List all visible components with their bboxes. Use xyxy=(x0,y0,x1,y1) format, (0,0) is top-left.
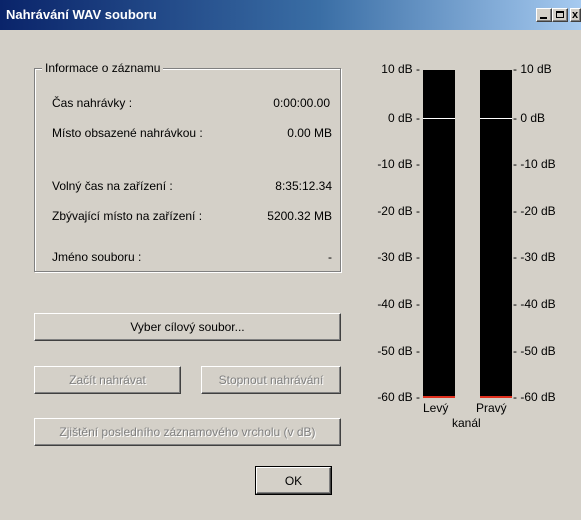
recording-size-label: Místo obsazené nahrávkou : xyxy=(52,126,203,140)
scale-right-minus20: - -20 dB xyxy=(513,204,556,218)
scale-left-minus10: -10 dB - xyxy=(377,157,420,171)
ok-button[interactable]: OK xyxy=(255,466,332,495)
recording-time-value: 0:00:00.00 xyxy=(273,96,330,110)
minimize-icon xyxy=(540,17,547,19)
right-channel-meter xyxy=(480,70,512,398)
recording-size-value: 0.00 MB xyxy=(287,126,332,140)
scale-left-minus30: -30 dB - xyxy=(377,250,420,264)
channel-word-label: kanál xyxy=(452,416,481,430)
scale-right-10: - 10 dB xyxy=(513,62,552,76)
free-space-label: Zbývající místo na zařízení : xyxy=(52,209,203,223)
scale-right-0: - 0 dB xyxy=(513,111,546,125)
filename-value: - xyxy=(328,250,332,264)
scale-right-minus60: - -60 dB xyxy=(513,390,556,404)
right-zero-marker xyxy=(480,118,512,119)
filename-label: Jméno souboru : xyxy=(52,250,142,264)
free-space-value: 5200.32 MB xyxy=(267,209,332,223)
scale-left-minus60: -60 dB - xyxy=(377,390,420,404)
left-base-marker xyxy=(423,396,455,398)
scale-left-minus50: -50 dB - xyxy=(377,344,420,358)
scale-right-minus30: - -30 dB xyxy=(513,250,556,264)
window-title: Nahrávání WAV souboru xyxy=(6,7,157,22)
select-file-button[interactable]: Vyber cílový soubor... xyxy=(34,313,341,341)
scale-left-0: 0 dB - xyxy=(387,111,420,125)
scale-left-minus20: -20 dB - xyxy=(377,204,420,218)
close-button[interactable]: x xyxy=(570,8,581,22)
title-bar[interactable]: Nahrávání WAV souboru x xyxy=(0,0,581,30)
close-icon: x xyxy=(572,9,579,21)
right-base-marker xyxy=(480,396,512,398)
scale-right-minus10: - -10 dB xyxy=(513,157,556,171)
maximize-icon xyxy=(556,11,564,18)
scale-right-minus50: - -50 dB xyxy=(513,344,556,358)
free-time-label: Volný čas na zařízení : xyxy=(52,179,173,193)
peak-check-button[interactable]: Zjištění posledního záznamového vrcholu … xyxy=(34,418,341,446)
stop-recording-button[interactable]: Stopnout nahrávání xyxy=(201,366,341,394)
scale-left-10: 10 dB - xyxy=(381,62,420,76)
free-time-value: 8:35:12.34 xyxy=(275,179,332,193)
maximize-button[interactable] xyxy=(552,8,568,22)
left-zero-marker xyxy=(423,118,455,119)
left-channel-label: Levý xyxy=(423,401,449,415)
start-recording-button[interactable]: Začít nahrávat xyxy=(34,366,181,394)
info-group-title: Informace o záznamu xyxy=(42,61,164,75)
recording-time-label: Čas nahrávky : xyxy=(52,96,133,110)
left-channel-meter xyxy=(423,70,455,398)
scale-right-minus40: - -40 dB xyxy=(513,297,556,311)
minimize-button[interactable] xyxy=(536,8,552,22)
scale-left-minus40: -40 dB - xyxy=(377,297,420,311)
right-channel-label: Pravý xyxy=(476,401,507,415)
